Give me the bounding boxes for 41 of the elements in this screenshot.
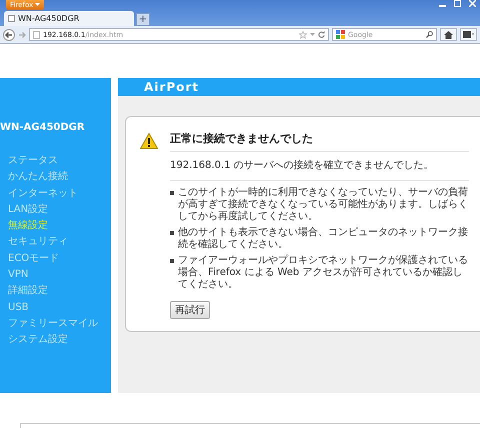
back-icon[interactable] bbox=[3, 28, 15, 40]
bookmarks-button[interactable] bbox=[460, 28, 477, 41]
sidebar-item[interactable]: USB bbox=[0, 300, 111, 316]
sidebar-item[interactable]: ステータス bbox=[0, 153, 111, 170]
sidebar-item[interactable]: VPN bbox=[0, 267, 111, 284]
device-title: WN-AG450DGR bbox=[0, 122, 86, 133]
browser-tab[interactable]: WN-AG450DGR bbox=[4, 11, 134, 26]
search-icon[interactable] bbox=[426, 31, 433, 38]
maximize-icon[interactable] bbox=[454, 0, 461, 7]
home-icon bbox=[444, 30, 453, 38]
hint-text: ファイアーウォールやプロキシでネットワークが保護されている場合、Firefox による Web アクセスが許可されているか確認してください。 bbox=[178, 255, 469, 291]
sidebar-item[interactable]: 詳細設定 bbox=[0, 283, 111, 300]
search-engine-icon[interactable] bbox=[336, 30, 345, 39]
sidebar-item[interactable]: ファミリースマイル bbox=[0, 316, 111, 332]
new-tab-button[interactable]: + bbox=[136, 13, 150, 26]
sidebar-item[interactable]: インターネット bbox=[0, 186, 111, 202]
error-message: 192.168.0.1 のサーバへの接続を確立できませんでした。 bbox=[170, 152, 469, 181]
bookmarks-icon bbox=[463, 31, 474, 38]
bullet-icon bbox=[170, 231, 174, 235]
sidebar-item[interactable]: 無線設定 bbox=[0, 218, 111, 234]
page-icon bbox=[33, 30, 40, 38]
page-icon bbox=[8, 15, 15, 22]
reload-icon[interactable] bbox=[318, 31, 325, 38]
home-button[interactable] bbox=[440, 28, 457, 41]
sidebar-item[interactable]: ECOモード bbox=[0, 250, 111, 268]
bullet-icon bbox=[170, 191, 174, 195]
sidebar-item[interactable]: セキュリティ bbox=[0, 234, 111, 251]
caret-icon bbox=[35, 3, 40, 7]
star-icon[interactable] bbox=[299, 30, 307, 38]
logo: AirPort bbox=[144, 80, 200, 94]
retry-button[interactable]: 再試行 bbox=[170, 301, 210, 319]
sidebar-item[interactable]: かんたん接続 bbox=[0, 169, 111, 186]
sidebar-item[interactable]: システム設定 bbox=[0, 332, 111, 349]
warning-icon bbox=[140, 133, 158, 149]
close-icon[interactable] bbox=[469, 0, 476, 7]
sidebar-item[interactable]: LAN設定 bbox=[0, 202, 111, 218]
hint-text: このサイトが一時的に利用できなくなっていたり、サーバの負荷が高すぎて接続できなくなっている可能性があります。しばらくしてから再度試してください。 bbox=[178, 187, 469, 223]
caret-icon[interactable] bbox=[310, 32, 315, 36]
hint-text: 他のサイトも表示できない場合、コンピュータのネットワーク接続を確認してください。 bbox=[178, 227, 469, 251]
bullet-icon bbox=[170, 259, 174, 263]
error-title: 正常に接続できませんでした bbox=[170, 131, 469, 152]
